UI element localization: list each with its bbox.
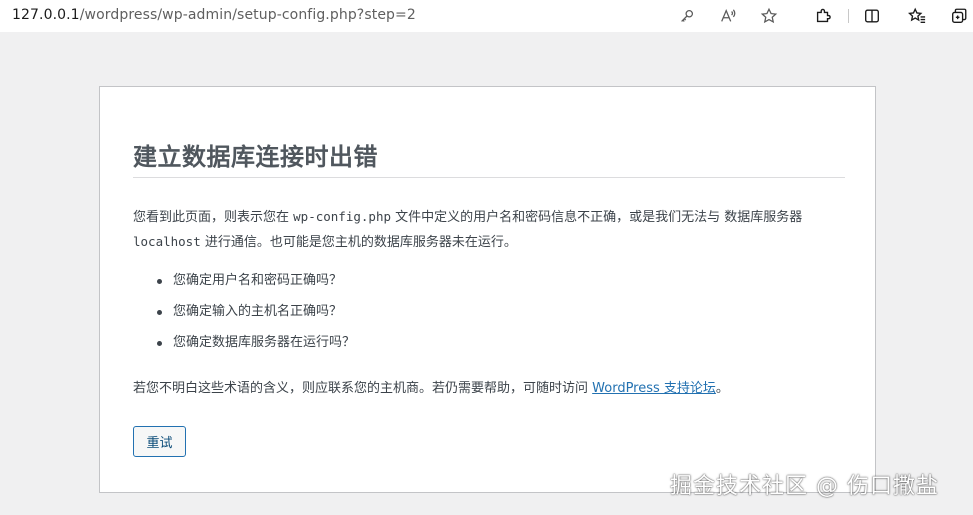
- read-aloud-icon[interactable]: [717, 5, 739, 27]
- support-forum-link[interactable]: WordPress 支持论坛: [592, 381, 716, 396]
- favorites-icon[interactable]: [906, 5, 928, 27]
- browser-toolbar: 127.0.0.1/wordpress/wp-admin/setup-confi…: [0, 0, 973, 32]
- extensions-icon[interactable]: [812, 5, 834, 27]
- checklist: 您确定用户名和密码正确吗？ 您确定输入的主机名正确吗？ 您确定数据库服务器在运行…: [133, 269, 355, 362]
- page-title: 建立数据库连接时出错: [133, 143, 378, 171]
- key-icon[interactable]: [676, 5, 698, 27]
- list-item: 您确定用户名和密码正确吗？: [133, 269, 355, 300]
- error-description: 您看到此页面，则表示您在 wp-config.php 文件中定义的用户名和密码信…: [133, 205, 849, 255]
- watermark: 掘金技术社区 @ 伤口撒盐: [670, 474, 939, 499]
- error-card: 建立数据库连接时出错 您看到此页面，则表示您在 wp-config.php 文件…: [99, 86, 876, 493]
- list-item: 您确定数据库服务器在运行吗？: [133, 331, 355, 362]
- intro-text-1: 您看到此页面，则表示您在: [133, 210, 290, 225]
- url-path: /wordpress/wp-admin/setup-config.php?ste…: [79, 7, 416, 23]
- config-filename: wp-config.php: [293, 209, 391, 224]
- intro-text-2: 文件中定义的用户名和密码信息不正确，或是我们无法与 数据库服务器: [395, 210, 803, 225]
- title-divider: [133, 177, 845, 178]
- bullet-icon: [157, 341, 162, 346]
- bullet-icon: [157, 279, 162, 284]
- url-host: 127.0.0.1: [12, 7, 80, 23]
- help-end: 。: [715, 381, 729, 396]
- bullet-icon: [157, 310, 162, 315]
- help-paragraph: 若您不明白这些术语的含义，则应联系您的主机商。若仍需要帮助，可随时访问 Word…: [133, 377, 849, 401]
- db-host: localhost: [133, 234, 201, 249]
- list-item: 您确定输入的主机名正确吗？: [133, 300, 355, 331]
- favorite-star-icon[interactable]: [758, 5, 780, 27]
- retry-button[interactable]: 重试: [133, 426, 186, 457]
- collections-icon[interactable]: [948, 5, 970, 27]
- split-screen-icon[interactable]: [861, 5, 883, 27]
- address-bar[interactable]: 127.0.0.1/wordpress/wp-admin/setup-confi…: [12, 7, 416, 23]
- toolbar-divider: [848, 9, 849, 23]
- intro-text-3: 进行通信。也可能是您主机的数据库服务器未在运行。: [204, 235, 517, 250]
- help-text: 若您不明白这些术语的含义，则应联系您的主机商。若仍需要帮助，可随时访问: [133, 381, 589, 396]
